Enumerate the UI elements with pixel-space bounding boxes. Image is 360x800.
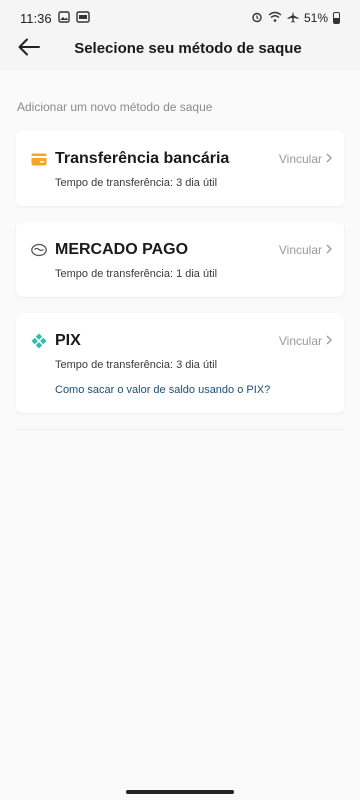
- link-button[interactable]: Vincular: [279, 243, 332, 257]
- chevron-right-icon: [326, 334, 332, 348]
- link-label: Vincular: [278, 152, 322, 166]
- chevron-right-icon: [326, 152, 332, 166]
- app-header: Selecione seu método de saque: [0, 36, 360, 70]
- method-name: PIX: [55, 332, 81, 349]
- withdraw-method-mercado-pago[interactable]: MERCADO PAGO Vincular Tempo de transferê…: [16, 222, 344, 297]
- method-name: MERCADO PAGO: [55, 241, 189, 258]
- status-time: 11:36: [20, 10, 52, 26]
- divider: [16, 429, 344, 430]
- method-name: Transferência bancária: [55, 150, 230, 167]
- mercado-pago-icon: [31, 242, 47, 258]
- bank-card-icon: [31, 151, 47, 167]
- card-header: Transferência bancária Vincular: [31, 148, 332, 170]
- transfer-time: Tempo de transferência: 3 dia útil: [55, 177, 218, 189]
- notification-icon: [75, 10, 90, 26]
- section-label: Adicionar um novo método de saque: [17, 100, 213, 114]
- transfer-time: Tempo de transferência: 3 dia útil: [55, 359, 218, 371]
- pix-help-link[interactable]: Como sacar o valor de saldo usando o PIX…: [55, 384, 270, 396]
- link-label: Vincular: [278, 334, 322, 348]
- wifi-icon: [268, 11, 282, 26]
- pix-icon: [31, 333, 47, 349]
- alarm-icon: [251, 11, 263, 26]
- transfer-time: Tempo de transferência: 1 dia útil: [55, 268, 218, 280]
- battery-icon: [333, 12, 340, 24]
- link-button[interactable]: Vincular: [279, 334, 332, 348]
- battery-level: 51%: [303, 11, 328, 25]
- chevron-right-icon: [326, 243, 332, 257]
- link-button[interactable]: Vincular: [279, 152, 332, 166]
- home-indicator[interactable]: [126, 790, 234, 794]
- gallery-icon: [57, 10, 70, 26]
- card-header: MERCADO PAGO Vincular: [31, 239, 332, 261]
- main-content: Adicionar um novo método de saque Transf…: [0, 70, 360, 800]
- airplane-mode-icon: [287, 11, 299, 26]
- status-left: 11:36: [20, 11, 90, 26]
- withdraw-method-bank-transfer[interactable]: Transferência bancária Vincular Tempo de…: [16, 131, 344, 206]
- link-label: Vincular: [278, 243, 322, 257]
- status-bar: 11:36 51%: [0, 0, 360, 36]
- status-right: 51%: [251, 11, 340, 26]
- withdraw-method-pix[interactable]: PIX Vincular Tempo de transferência: 3 d…: [16, 313, 344, 413]
- card-header: PIX Vincular: [31, 330, 332, 352]
- page-title: Selecione seu método de saque: [74, 40, 302, 57]
